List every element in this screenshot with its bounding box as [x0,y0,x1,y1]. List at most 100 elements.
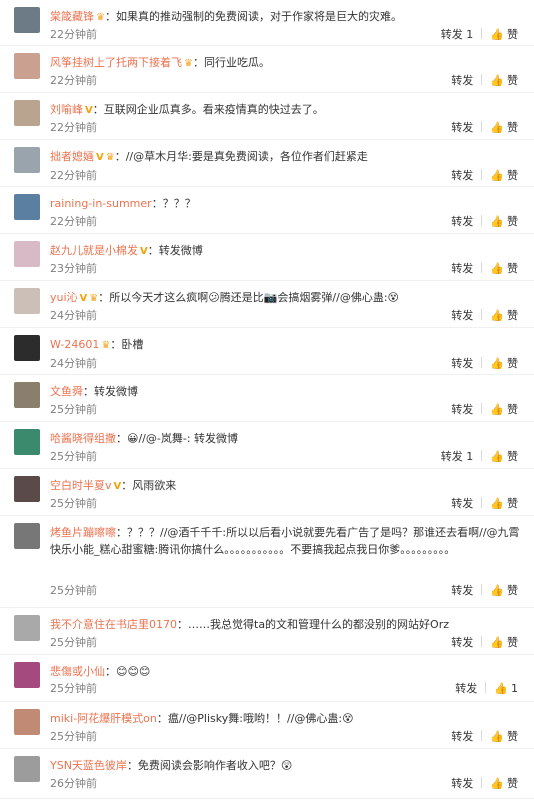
username-link[interactable]: 风筝挂树上了托两下接着飞 [50,56,182,69]
username-link[interactable]: 烤鱼片蹦嚓嚓 [50,526,116,539]
like-label: 赞 [507,121,518,134]
avatar[interactable] [14,709,40,735]
comment-text: ：所以今天才这么疯啊😕腾还是比📷会搞烟雾弹//@佛心蛊:😵 [98,291,400,304]
avatar[interactable] [14,662,40,688]
username-link[interactable]: 空白时半夏v [50,479,112,492]
comment-actions: 转发 👍 赞 [451,167,518,183]
like-button[interactable]: 👍 赞 [490,584,518,597]
like-label: 赞 [507,169,518,182]
repost-button[interactable]: 转发 [451,215,473,228]
username-link[interactable]: 拙者媳婳 [50,150,94,163]
comment-actions: 转发 👍 赞 [451,775,518,791]
username-link[interactable]: miki-阿花爆肝模式on [50,712,157,725]
like-button[interactable]: 👍 赞 [490,730,518,743]
repost-button[interactable]: 转发 [451,584,473,597]
crown-icon: ♛ [96,12,105,23]
like-button[interactable]: 👍 赞 [490,777,518,790]
comment-actions: 转发 👍 赞 [451,213,518,229]
like-label: 赞 [507,497,518,510]
like-label: 赞 [507,309,518,322]
username-link[interactable]: 赵九儿就是小棉发 [50,244,138,257]
timestamp: 25分钟前 [50,450,97,463]
comment-text: ：？？？//@酒千千千:所以以后看小说就要先看广告了是吗？那谁还去看啊//@九霄… [50,526,520,556]
like-button[interactable]: 👍 赞 [490,636,518,649]
divider [481,121,483,132]
repost-button[interactable]: 转发 [451,74,473,87]
comment-actions: 转发 👍 赞 [451,119,518,135]
like-button[interactable]: 👍 赞 [490,497,518,510]
avatar[interactable] [14,53,40,79]
divider [481,309,483,320]
repost-button[interactable]: 转发 [451,403,473,416]
thumbs-up-icon: 👍 [490,74,504,87]
repost-button[interactable]: 转发 [451,169,473,182]
comment-line: W-24601 ♛：卧槽 [50,336,524,354]
like-button[interactable]: 👍 赞 [490,121,518,134]
timestamp: 22分钟前 [50,121,97,134]
repost-button[interactable]: 转发 [451,636,473,649]
username-link[interactable]: yui沁 [50,291,78,304]
username-link[interactable]: 哈酱晓得组撒 [50,432,116,445]
thumbs-up-icon: 👍 [490,777,504,790]
username-link[interactable]: W-24601 [50,338,99,351]
username-link[interactable]: 我不介意住在书店里0170 [50,618,177,631]
avatar[interactable] [14,288,40,314]
comment-row: 烤鱼片蹦嚓嚓：？？？//@酒千千千:所以以后看小说就要先看广告了是吗？那谁还去看… [0,516,534,608]
like-button[interactable]: 👍 赞 [490,309,518,322]
like-button[interactable]: 👍 赞 [490,215,518,228]
username-link[interactable]: 悲傷或小仙 [50,665,105,678]
like-button[interactable]: 👍 赞 [490,450,518,463]
username-link[interactable]: 棠箴藏锋 [50,10,94,23]
thumbs-up-icon: 👍 [490,169,504,182]
like-label: 赞 [507,28,518,41]
like-button[interactable]: 👍 赞 [490,262,518,275]
comment-actions: 转发 👍 赞 [451,495,518,511]
avatar[interactable] [14,194,40,220]
like-button[interactable]: 👍 赞 [490,74,518,87]
repost-button[interactable]: 转发 [451,357,473,370]
avatar[interactable] [14,756,40,782]
avatar[interactable] [14,147,40,173]
comment-actions: 转发 1 👍 赞 [441,26,518,42]
repost-button[interactable]: 转发 1 [441,450,474,463]
username-link[interactable]: 文鱼舜 [50,385,83,398]
timestamp: 24分钟前 [50,309,97,322]
avatar[interactable] [14,7,40,33]
comment-line: raining-in-summer：？？？ [50,195,524,212]
avatar[interactable] [14,100,40,126]
avatar[interactable] [14,476,40,502]
avatar[interactable] [14,523,40,549]
avatar[interactable] [14,382,40,408]
comment-text: ：😀//@-岚舞-: 转发微博 [116,432,239,445]
timestamp: 22分钟前 [50,215,97,228]
avatar[interactable] [14,429,40,455]
timestamp: 24分钟前 [50,357,97,370]
like-button[interactable]: 👍 赞 [490,28,518,41]
avatar[interactable] [14,335,40,361]
username-link[interactable]: YSN天蓝色彼岸 [50,759,127,772]
repost-button[interactable]: 转发 [451,262,473,275]
comment-text: ：瘟//@Plisky舞:哦哟！！//@佛心蛊:😵 [156,712,354,725]
repost-button[interactable]: 转发 [451,121,473,134]
repost-button[interactable]: 转发 1 [441,28,474,41]
comment-row: miki-阿花爆肝模式on：瘟//@Plisky舞:哦哟！！//@佛心蛊:😵 25… [0,702,534,749]
repost-button[interactable]: 转发 [451,730,473,743]
repost-button[interactable]: 转发 [451,309,473,322]
verified-icon: V [96,152,104,163]
avatar[interactable] [14,241,40,267]
comment-line: 拙者媳婳 V ♛：//@草木月华:要是真免费阅读，各位作者们赶紧走 [50,148,524,166]
like-button[interactable]: 👍 赞 [490,357,518,370]
avatar[interactable] [14,615,40,641]
repost-button[interactable]: 转发 [451,497,473,510]
timestamp: 22分钟前 [50,169,97,182]
like-button[interactable]: 👍 赞 [490,169,518,182]
timestamp: 25分钟前 [50,584,97,597]
comment-line: 赵九儿就是小棉发 V：转发微博 [50,242,524,260]
username-link[interactable]: raining-in-summer [50,197,152,210]
repost-button[interactable]: 转发 [455,682,477,695]
repost-button[interactable]: 转发 [451,777,473,790]
thumbs-up-icon: 👍 [490,357,504,370]
username-link[interactable]: 刘喻峰 [50,103,83,116]
like-button[interactable]: 👍 1 [494,682,518,695]
like-button[interactable]: 👍 赞 [490,403,518,416]
